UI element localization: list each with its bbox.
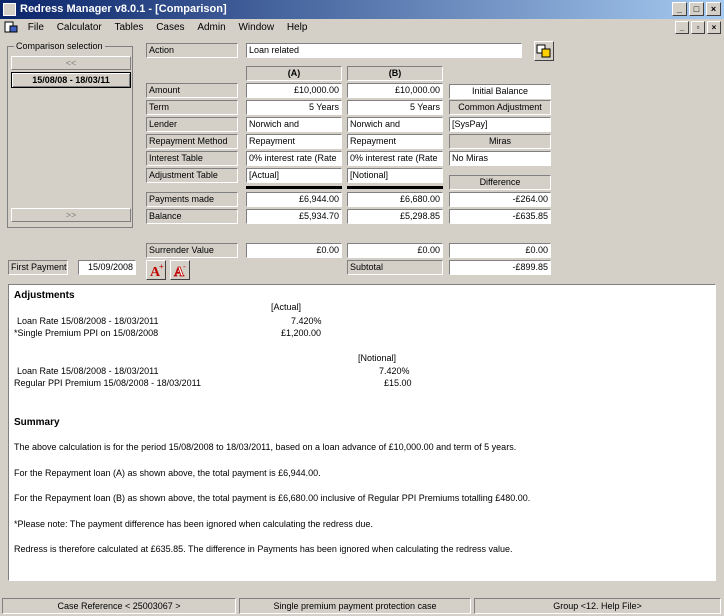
diff-balance-field: -£635.85 xyxy=(449,209,551,224)
actual-row-label: Loan Rate 15/08/2008 - 18/03/2011 xyxy=(17,316,159,326)
syspay-field[interactable]: [SysPay] xyxy=(449,117,551,132)
selected-date-range[interactable]: 15/08/08 - 18/03/11 xyxy=(11,72,131,88)
a-adjustment-table-field[interactable]: [Actual] xyxy=(246,168,342,183)
first-payment-label: First Payment xyxy=(8,260,68,275)
first-payment-field[interactable]: 15/09/2008 xyxy=(78,260,136,275)
diff-payments-field: -£264.00 xyxy=(449,192,551,207)
mdi-close-button[interactable]: × xyxy=(707,21,721,34)
miras-field[interactable]: No Miras xyxy=(449,151,551,166)
compare-icon[interactable] xyxy=(534,41,554,61)
mdi-minimize-button[interactable]: _ xyxy=(675,21,689,34)
menu-file[interactable]: File xyxy=(23,19,49,37)
svg-text:-: - xyxy=(183,262,186,271)
notional-row-label: Regular PPI Premium 15/08/2008 - 18/03/2… xyxy=(14,378,201,388)
previous-button[interactable]: << xyxy=(11,56,131,70)
b-surrender-value-field[interactable]: £0.00 xyxy=(347,243,443,258)
balance-label: Balance xyxy=(146,209,238,224)
group-status: Group <12. Help File> xyxy=(474,598,721,614)
comparison-selection-label: Comparison selection xyxy=(14,41,105,51)
miras-label: Miras xyxy=(449,134,551,149)
report-panel[interactable]: Adjustments [Actual] Loan Rate 15/08/200… xyxy=(8,284,716,581)
b-lender-field[interactable]: Norwich and xyxy=(347,117,443,132)
app-icon xyxy=(3,3,16,16)
diff-surrender-field: £0.00 xyxy=(449,243,551,258)
window-title: Redress Manager v8.0.1 - [Comparison] xyxy=(20,3,227,15)
amount-label: Amount xyxy=(146,83,238,98)
action-field[interactable]: Loan related xyxy=(246,43,522,58)
b-balance-field: £5,298.85 xyxy=(347,209,443,224)
actual-row-value: £1,200.00 xyxy=(281,328,322,338)
a-interest-table-field[interactable]: 0% interest rate (Rate xyxy=(246,151,342,166)
case-reference-status: Case Reference < 25003067 > xyxy=(2,598,236,614)
menu-admin[interactable]: Admin xyxy=(192,19,230,37)
difference-label: Difference xyxy=(449,175,551,190)
a-repayment-method-field[interactable]: Repayment xyxy=(246,134,342,149)
a-payments-made-field: £6,944.00 xyxy=(246,192,342,207)
minimize-button[interactable]: _ xyxy=(672,2,687,16)
next-button[interactable]: >> xyxy=(11,208,131,222)
a-surrender-value-field[interactable]: £0.00 xyxy=(246,243,342,258)
mdi-restore-button[interactable]: ▫ xyxy=(691,21,705,34)
interest-table-label: Interest Table xyxy=(146,151,238,166)
column-b-header: (B) xyxy=(347,66,443,81)
svg-text:+: + xyxy=(159,262,164,271)
close-button[interactable]: × xyxy=(706,2,721,16)
a-balance-field: £5,934.70 xyxy=(246,209,342,224)
summary-paragraph: Redress is therefore calculated at £635.… xyxy=(14,544,513,554)
notional-row-label: Loan Rate 15/08/2008 - 18/03/2011 xyxy=(17,366,159,376)
menu-tables[interactable]: Tables xyxy=(110,19,149,37)
notional-row-value: 7.420% xyxy=(379,366,410,376)
actual-row-label: *Single Premium PPI on 15/08/2008 xyxy=(14,328,159,338)
document-icon[interactable] xyxy=(4,21,18,33)
a-term-field[interactable]: 5 Years xyxy=(246,100,342,115)
b-amount-field[interactable]: £10,000.00 xyxy=(347,83,443,98)
subtotal-field: -£899.85 xyxy=(449,260,551,275)
initial-balance-field[interactable]: Initial Balance xyxy=(449,84,551,99)
title-bar: Redress Manager v8.0.1 - [Comparison] _ … xyxy=(0,0,724,19)
summary-paragraph: The above calculation is for the period … xyxy=(14,442,517,452)
term-label: Term xyxy=(146,100,238,115)
menu-cases[interactable]: Cases xyxy=(151,19,189,37)
repayment-method-label: Repayment Method xyxy=(146,134,238,149)
b-payments-made-field: £6,680.00 xyxy=(347,192,443,207)
payments-made-label: Payments made xyxy=(146,192,238,207)
a-amount-field[interactable]: £10,000.00 xyxy=(246,83,342,98)
maximize-button[interactable]: □ xyxy=(689,2,704,16)
lender-label: Lender xyxy=(146,117,238,132)
notional-header: [Notional] xyxy=(358,353,397,363)
summary-paragraph: For the Repayment loan (B) as shown abov… xyxy=(14,493,531,503)
b-interest-table-field[interactable]: 0% interest rate (Rate xyxy=(347,151,443,166)
menu-window[interactable]: Window xyxy=(233,19,279,37)
font-outline-icon[interactable]: A - xyxy=(170,260,190,280)
status-bar: Case Reference < 25003067 > Single premi… xyxy=(0,596,724,616)
menu-calculator[interactable]: Calculator xyxy=(52,19,107,37)
summary-heading: Summary xyxy=(14,417,60,428)
menu-help[interactable]: Help xyxy=(282,19,313,37)
column-a-header: (A) xyxy=(246,66,342,81)
a-separator xyxy=(246,186,342,189)
adjustment-table-label: Adjustment Table xyxy=(146,168,238,183)
b-term-field[interactable]: 5 Years xyxy=(347,100,443,115)
font-bold-icon[interactable]: A + xyxy=(146,260,166,280)
actual-header: [Actual] xyxy=(271,302,302,312)
a-lender-field[interactable]: Norwich and xyxy=(246,117,342,132)
common-adjustment-label: Common Adjustment xyxy=(449,100,551,115)
case-type-status: Single premium payment protection case xyxy=(239,598,471,614)
menu-bar: File Calculator Tables Cases Admin Windo… xyxy=(0,19,724,37)
actual-row-value: 7.420% xyxy=(291,316,322,326)
summary-paragraph: *Please note: The payment difference has… xyxy=(14,519,373,529)
summary-paragraph: For the Repayment loan (A) as shown abov… xyxy=(14,468,321,478)
b-repayment-method-field[interactable]: Repayment xyxy=(347,134,443,149)
b-adjustment-table-field[interactable]: [Notional] xyxy=(347,168,443,183)
notional-row-value: £15.00 xyxy=(384,378,412,388)
action-label: Action xyxy=(146,43,238,58)
surrender-value-label: Surrender Value xyxy=(146,243,238,258)
adjustments-heading: Adjustments xyxy=(14,290,75,301)
b-separator xyxy=(347,186,443,189)
subtotal-label: Subtotal xyxy=(347,260,443,275)
